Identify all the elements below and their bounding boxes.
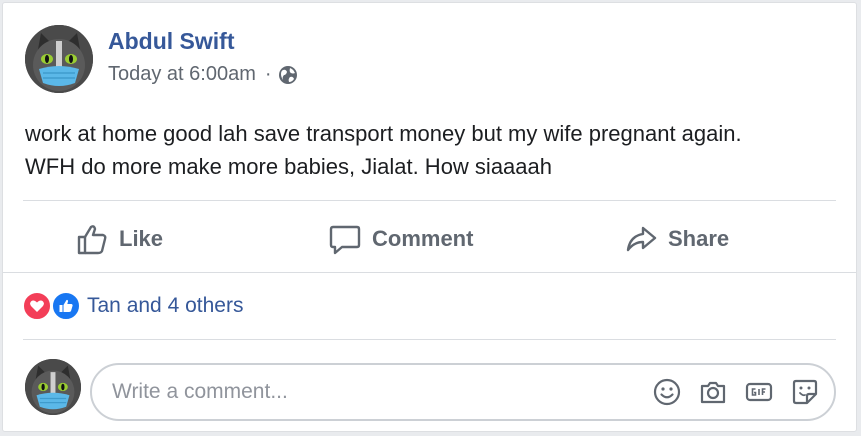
meta-separator: · [264,63,272,85]
emoji-icon[interactable] [652,377,682,407]
post-card: Abdul Swift Today at 6:00am · work at ho… [2,2,857,432]
comment-input[interactable] [110,371,634,413]
globe-icon[interactable] [278,65,298,85]
post-body: work at home good lah save transport mon… [25,117,840,183]
cat-avatar-image [25,359,81,415]
thumbs-up-icon [77,225,107,255]
author-avatar[interactable] [25,25,93,93]
comment-tools [636,377,820,407]
sticker-icon[interactable] [790,377,820,407]
share-button[interactable]: Share [624,217,729,261]
reactions-count-text[interactable]: Tan and 4 others [87,294,243,318]
comment-composer [90,363,836,421]
camera-icon[interactable] [698,377,728,407]
comment-label: Comment [372,226,474,251]
comment-button[interactable]: Comment [328,217,473,261]
post-text-line-1: work at home good lah save transport mon… [25,121,742,146]
like-reaction-icon [51,291,81,321]
like-button[interactable]: Like [75,217,163,261]
cat-avatar-image [25,25,93,93]
speech-bubble-icon [329,225,361,255]
share-arrow-icon [626,226,657,252]
post-meta: Today at 6:00am · [108,63,298,86]
love-reaction-icon [22,291,52,321]
divider [23,200,836,201]
like-label: Like [119,226,164,251]
share-label: Share [668,226,730,251]
author-name[interactable]: Abdul Swift [108,28,234,55]
reactions-summary[interactable]: Tan and 4 others [22,291,243,321]
commenter-avatar[interactable] [25,359,81,415]
post-text-line-2: WFH do more make more babies, Jialat. Ho… [25,154,552,179]
divider [3,272,856,273]
divider [23,339,836,340]
post-timestamp[interactable]: Today at 6:00am [108,63,256,86]
gif-icon[interactable] [744,377,774,407]
